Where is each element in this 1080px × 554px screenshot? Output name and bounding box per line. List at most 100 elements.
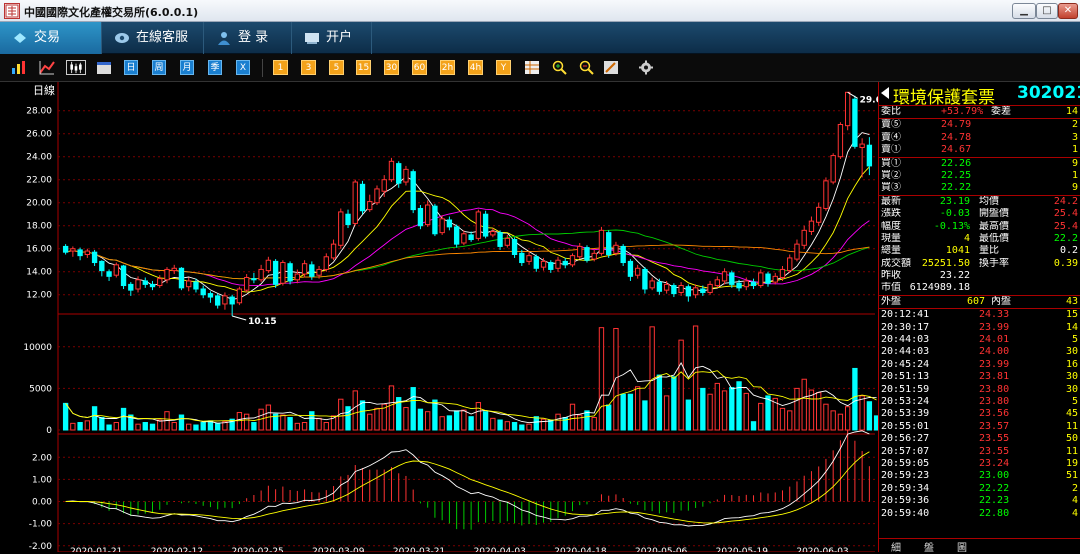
stat-label: 昨收	[881, 270, 901, 282]
macd-tick-label: -1.00	[29, 520, 53, 530]
candle-body	[801, 229, 807, 246]
min-30-button[interactable]: 30	[384, 60, 399, 75]
nav-open-account[interactable]: 开户	[292, 22, 372, 54]
window-title: 中國國際文化產權交易所(6.0.0.1)	[24, 6, 199, 19]
ask-row: 賣④ 24.78 3	[879, 132, 1080, 144]
candle-body	[540, 260, 547, 268]
candle-body	[852, 98, 858, 147]
candle-body	[367, 201, 373, 211]
kline-chart[interactable]: 日線 28.00 26.00 24.00 22.00 20.00 18.00 16.00 14…	[0, 82, 878, 552]
tick-volume: 11	[1065, 445, 1078, 457]
volume-bar	[106, 424, 112, 431]
volume-bar	[453, 410, 460, 431]
calendar-icon[interactable]	[96, 60, 112, 75]
close-button[interactable]: ✕	[1058, 3, 1078, 19]
candle-body	[707, 283, 713, 293]
draw-pen-icon[interactable]	[603, 60, 619, 75]
settings-gear-icon[interactable]	[638, 60, 654, 75]
period-day-button[interactable]: 日	[124, 60, 138, 75]
volume-bar	[475, 402, 482, 431]
period-quarter-button[interactable]: 季	[208, 60, 222, 75]
candle-body	[106, 271, 112, 277]
min-5-button[interactable]: 5	[329, 60, 344, 75]
zoom-in-icon[interactable]	[552, 60, 568, 75]
maximize-button[interactable]: □	[1036, 3, 1058, 19]
candle-body	[113, 264, 119, 276]
min-15-button[interactable]: 15	[356, 60, 371, 75]
candle-body	[468, 234, 474, 241]
tick-volume: 30	[1065, 383, 1078, 395]
stats-section: 最新 23.19 均價 24.2 漲跌 -0.03 開盤價 25.4 幅度 -0.13% 最高價 25…	[879, 196, 1080, 296]
tick-list[interactable]: 20:12:41 24.33 15 20:30:17 23.99 14 20:44:03 24…	[879, 309, 1080, 520]
candle-body	[171, 267, 177, 272]
tick-row: 20:51:13 23.81 30	[879, 371, 1080, 383]
tick-time: 20:45:24	[881, 358, 930, 370]
candle-body	[425, 204, 431, 226]
zoom-out-icon[interactable]	[579, 60, 595, 75]
period-week-button[interactable]: 周	[152, 60, 166, 75]
candle-body	[120, 265, 127, 287]
volume-bar	[316, 417, 322, 431]
bar-chart-icon[interactable]	[11, 60, 27, 75]
min-60-button[interactable]: 60	[412, 60, 427, 75]
candle-body	[62, 245, 69, 253]
ask-row: 賣① 24.67 1	[879, 144, 1080, 156]
volume-bar	[685, 399, 692, 431]
nav-login[interactable]: 登 录	[204, 22, 292, 54]
nav-support[interactable]: 在線客服	[102, 22, 204, 54]
table-icon[interactable]	[524, 60, 540, 75]
instrument-code: 302021	[1017, 83, 1080, 103]
volume-bar	[236, 412, 243, 431]
tick-time: 20:59:05	[881, 457, 930, 469]
volume-bar	[99, 417, 105, 431]
period-x-button[interactable]: X	[236, 60, 250, 75]
volume-bar	[504, 421, 510, 431]
volume-bar	[84, 420, 91, 431]
tick-price: 22.23	[979, 495, 1010, 507]
minimize-button[interactable]: ▁	[1012, 3, 1036, 19]
date-axis-label: 2020-02-25	[231, 547, 283, 552]
volume-bar	[497, 419, 503, 431]
nav-support-label: 在線客服	[136, 30, 189, 45]
hour-2-button[interactable]: 2h	[440, 60, 455, 75]
ask-label: 賣⑤	[881, 119, 901, 131]
nav-trade[interactable]: 交易	[0, 22, 102, 54]
candlestick-icon[interactable]	[66, 60, 86, 75]
candle-body	[794, 243, 800, 260]
collapse-arrow-icon[interactable]	[881, 87, 889, 99]
stat-row: 漲跌 -0.03 開盤價 25.4	[879, 208, 1080, 220]
app-logo	[4, 3, 20, 19]
candle-body	[84, 250, 91, 255]
candle-body	[417, 207, 424, 227]
hour-4-button[interactable]: 4h	[468, 60, 483, 75]
line-chart-icon[interactable]	[39, 60, 55, 75]
volume-bar	[555, 413, 561, 431]
tick-volume: 16	[1065, 358, 1078, 370]
candle-body	[584, 247, 590, 261]
volume-bar	[519, 424, 525, 431]
volume-bar	[714, 382, 720, 431]
stat-label-2: 最低價	[979, 232, 1009, 244]
candle-body	[316, 268, 322, 276]
tick-row: 20:56:27 23.55 50	[879, 433, 1080, 445]
ma-line	[65, 166, 870, 293]
volume-bar	[490, 417, 496, 431]
volume-bar	[323, 422, 329, 431]
min-1-button[interactable]: 1	[273, 60, 288, 75]
candle-body	[721, 271, 728, 282]
candle-body	[519, 252, 525, 264]
tick-price: 23.56	[979, 408, 1010, 420]
date-axis-label: 2020-04-03	[474, 547, 526, 552]
stat-label-2: 均價	[979, 195, 999, 207]
year-button[interactable]: Y	[496, 60, 511, 75]
outer-inner-section: 外盤 607 內盤 43	[879, 295, 1080, 310]
main-navbar: 交易 在線客服 登 录 开户	[0, 22, 1080, 54]
candle-body	[70, 248, 76, 252]
volume-bar	[663, 395, 670, 431]
inner-label: 內盤	[991, 295, 1011, 307]
volume-bar	[692, 325, 699, 431]
period-month-button[interactable]: 月	[180, 60, 194, 75]
candle-body	[446, 219, 453, 228]
price-tick-label: 28.00	[26, 107, 52, 117]
min-3-button[interactable]: 3	[301, 60, 316, 75]
